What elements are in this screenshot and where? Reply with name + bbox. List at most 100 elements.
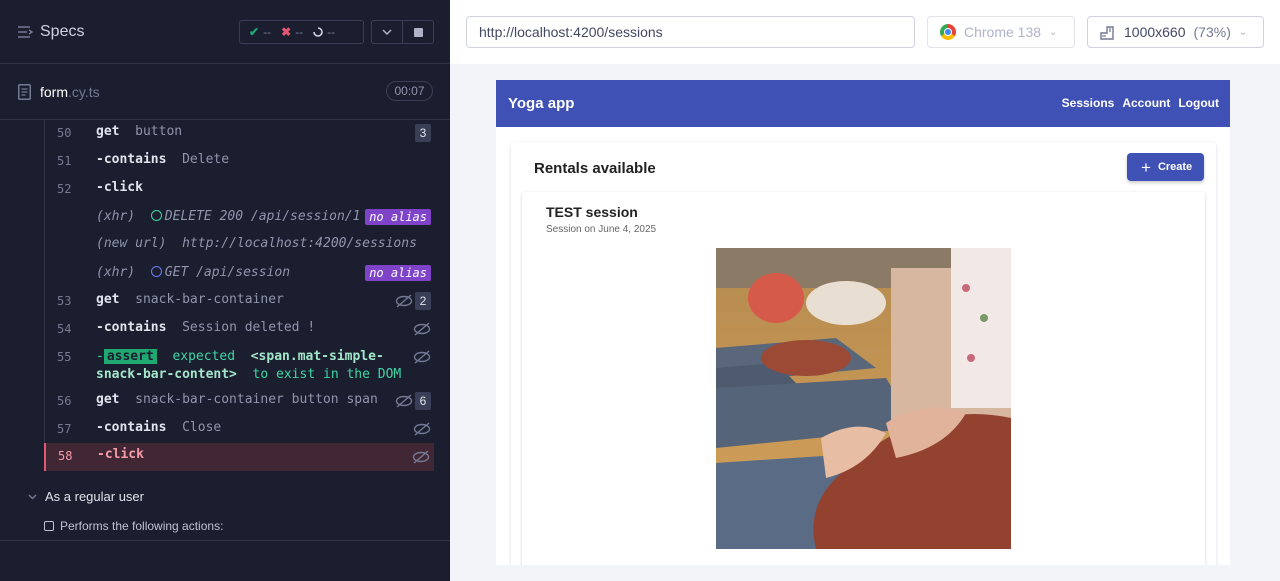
element-count-badge: 2	[415, 292, 431, 310]
session-date: Session on June 4, 2025	[546, 224, 657, 235]
command-log: 50 get button 3 51 -contains Delete 52 -…	[44, 120, 434, 471]
command-row[interactable]: 51 -contains Delete	[45, 148, 435, 176]
aut-panel: http://localhost:4200/sessions Chrome 13…	[450, 0, 1280, 581]
command-row[interactable]: 56 get snack-bar-container button span 6	[45, 388, 435, 416]
command-name: -contains	[96, 320, 167, 335]
suite-title[interactable]: As a regular user	[28, 489, 144, 504]
url-bar[interactable]: http://localhost:4200/sessions	[466, 16, 915, 48]
viewport-zoom: (73%)	[1193, 24, 1231, 40]
spec-file-name: form.cy.ts	[40, 84, 100, 100]
command-number: 51	[57, 154, 72, 168]
eye-slash-icon	[413, 422, 431, 436]
app-toolbar: Yoga app Sessions Account Logout	[496, 80, 1230, 127]
x-icon: ✖	[281, 25, 292, 39]
command-row[interactable]: 54 -contains Session deleted !	[45, 316, 435, 344]
command-number: 54	[57, 322, 72, 336]
event-message: http://localhost:4200/sessions	[182, 236, 417, 251]
create-label: Create	[1157, 161, 1193, 173]
element-count-badge: 6	[415, 392, 431, 410]
event-message: GET /api/session	[164, 265, 291, 280]
event-type: (xhr)	[96, 209, 136, 224]
auto-scroll-button[interactable]	[372, 21, 402, 43]
command-name: get	[96, 392, 120, 407]
command-row[interactable]: 50 get button 3	[45, 120, 435, 148]
yoga-session-image	[716, 248, 1011, 549]
command-name: -	[96, 349, 104, 364]
failed-stat: ✖ --	[281, 25, 303, 39]
command-row-active[interactable]: 58 -click	[44, 443, 434, 471]
failed-count: --	[295, 25, 304, 39]
assert-message-pre: expected	[172, 349, 236, 364]
test-title[interactable]: Performs the following actions:	[44, 519, 223, 533]
nav-logout[interactable]: Logout	[1178, 96, 1219, 110]
plus-icon: +	[1141, 157, 1151, 177]
eye-slash-icon	[395, 394, 413, 408]
passed-stat: ✔ --	[249, 25, 271, 39]
command-row[interactable]: 53 get snack-bar-container 2	[45, 288, 435, 316]
spec-file-header[interactable]: form.cy.ts	[0, 64, 450, 120]
assert-badge: assert	[103, 349, 157, 364]
assertion-text: - assert expected <span.mat-simple-snack-…	[96, 348, 406, 384]
event-type: (xhr)	[96, 265, 136, 280]
command-text: -contains Session deleted !	[96, 320, 315, 335]
chevron-down-icon: ⌄	[1049, 26, 1058, 38]
command-text: -contains Delete	[96, 152, 229, 167]
event-text: (xhr) DELETE 200 /api/session/1	[96, 209, 360, 224]
command-message: Close	[182, 420, 222, 435]
event-text: (xhr) GET /api/session	[96, 265, 290, 280]
chevron-down-icon: ⌄	[1238, 26, 1248, 38]
pending-count: --	[327, 25, 336, 39]
browser-label: Chrome 138	[964, 24, 1042, 40]
browser-selector[interactable]: Chrome 138 ⌄	[927, 16, 1075, 48]
xhr-event-row[interactable]: (xhr) DELETE 200 /api/session/1 no alias	[45, 204, 435, 232]
command-name: -click	[97, 447, 144, 462]
command-number: 58	[58, 449, 73, 463]
spec-file-ext: .cy.ts	[68, 84, 100, 100]
command-message: Session deleted !	[182, 320, 316, 335]
xhr-event-row[interactable]: (xhr) GET /api/session no alias	[45, 260, 435, 288]
chevron-down-icon	[28, 494, 37, 499]
command-number: 55	[57, 350, 72, 364]
command-name: -contains	[96, 420, 167, 435]
create-button[interactable]: + Create	[1127, 153, 1204, 181]
alias-badge: no alias	[365, 209, 431, 225]
stop-button[interactable]	[402, 21, 433, 43]
passed-count: --	[263, 25, 272, 39]
document-icon	[18, 84, 31, 100]
session-title: TEST session	[546, 204, 638, 220]
event-message: DELETE 200 /api/session/1	[164, 209, 361, 224]
command-row[interactable]: 52 -click	[45, 176, 435, 204]
command-message: button	[135, 124, 183, 139]
nav-account[interactable]: Account	[1122, 96, 1170, 110]
command-message: snack-bar-container	[135, 292, 284, 307]
cypress-reporter: Specs ✔ -- ✖ -- -- form.cy.ts 00:07 50 g…	[0, 0, 450, 581]
element-count-badge: 3	[415, 124, 431, 142]
pending-stat: --	[313, 25, 335, 39]
spinner-icon	[313, 27, 323, 37]
event-type: (new url)	[96, 236, 167, 251]
command-number: 50	[57, 126, 72, 140]
command-number: 56	[57, 394, 72, 408]
specs-list-icon[interactable]	[17, 25, 33, 39]
assertion-row[interactable]: 55 - assert expected <span.mat-simple-sna…	[45, 344, 435, 390]
command-number: 52	[57, 182, 72, 196]
command-message: snack-bar-container button span	[135, 392, 378, 407]
command-name: -click	[96, 180, 143, 195]
url-event-row[interactable]: (new url) http://localhost:4200/sessions	[45, 232, 435, 260]
test-status-icon	[44, 521, 54, 531]
run-stats: ✔ -- ✖ -- --	[239, 20, 364, 44]
divider	[0, 540, 450, 541]
eye-slash-icon	[395, 294, 413, 308]
command-text: -contains Close	[96, 420, 221, 435]
nav-sessions[interactable]: Sessions	[1062, 96, 1115, 110]
duration-badge: 00:07	[386, 81, 433, 101]
run-controls	[371, 20, 434, 44]
rentals-card: Rentals available + Create TEST session …	[511, 142, 1216, 565]
viewport-info[interactable]: 1000x660 (73%) ⌄	[1087, 16, 1264, 48]
command-row[interactable]: 57 -contains Close	[45, 416, 435, 444]
command-name: get	[96, 124, 120, 139]
suite-label: As a regular user	[45, 489, 144, 504]
specs-title[interactable]: Specs	[40, 23, 84, 41]
eye-slash-icon	[412, 450, 430, 464]
command-name: get	[96, 292, 120, 307]
